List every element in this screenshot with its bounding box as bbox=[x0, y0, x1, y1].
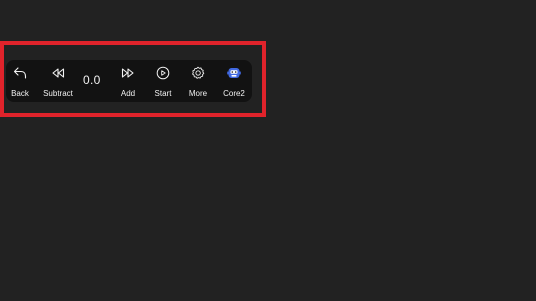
back-button[interactable]: Back bbox=[8, 60, 32, 102]
core2-button[interactable]: Core2 bbox=[221, 60, 247, 102]
toolbar: Back Subtract 0.0 Add Start More Core2 bbox=[6, 60, 252, 102]
rewind-icon bbox=[52, 68, 65, 78]
back-label: Back bbox=[11, 89, 29, 98]
add-label: Add bbox=[120, 89, 136, 98]
subtract-label: Subtract bbox=[43, 89, 73, 98]
more-button[interactable]: More bbox=[186, 60, 210, 102]
start-label: Start bbox=[154, 89, 172, 98]
subtract-button[interactable]: Subtract bbox=[42, 60, 74, 102]
add-button[interactable]: Add bbox=[116, 60, 140, 102]
core2-label: Core2 bbox=[223, 89, 245, 98]
more-label: More bbox=[188, 89, 208, 98]
gear-icon bbox=[192, 66, 205, 79]
play-circle-icon bbox=[156, 66, 170, 80]
fast-forward-icon bbox=[121, 68, 134, 78]
robot-icon bbox=[227, 68, 241, 78]
screen: Back Subtract 0.0 Add Start More Core2 bbox=[0, 0, 536, 301]
back-arrow-icon bbox=[13, 67, 27, 79]
start-button[interactable]: Start bbox=[151, 60, 175, 102]
value-readout: 0.0 bbox=[83, 73, 101, 87]
